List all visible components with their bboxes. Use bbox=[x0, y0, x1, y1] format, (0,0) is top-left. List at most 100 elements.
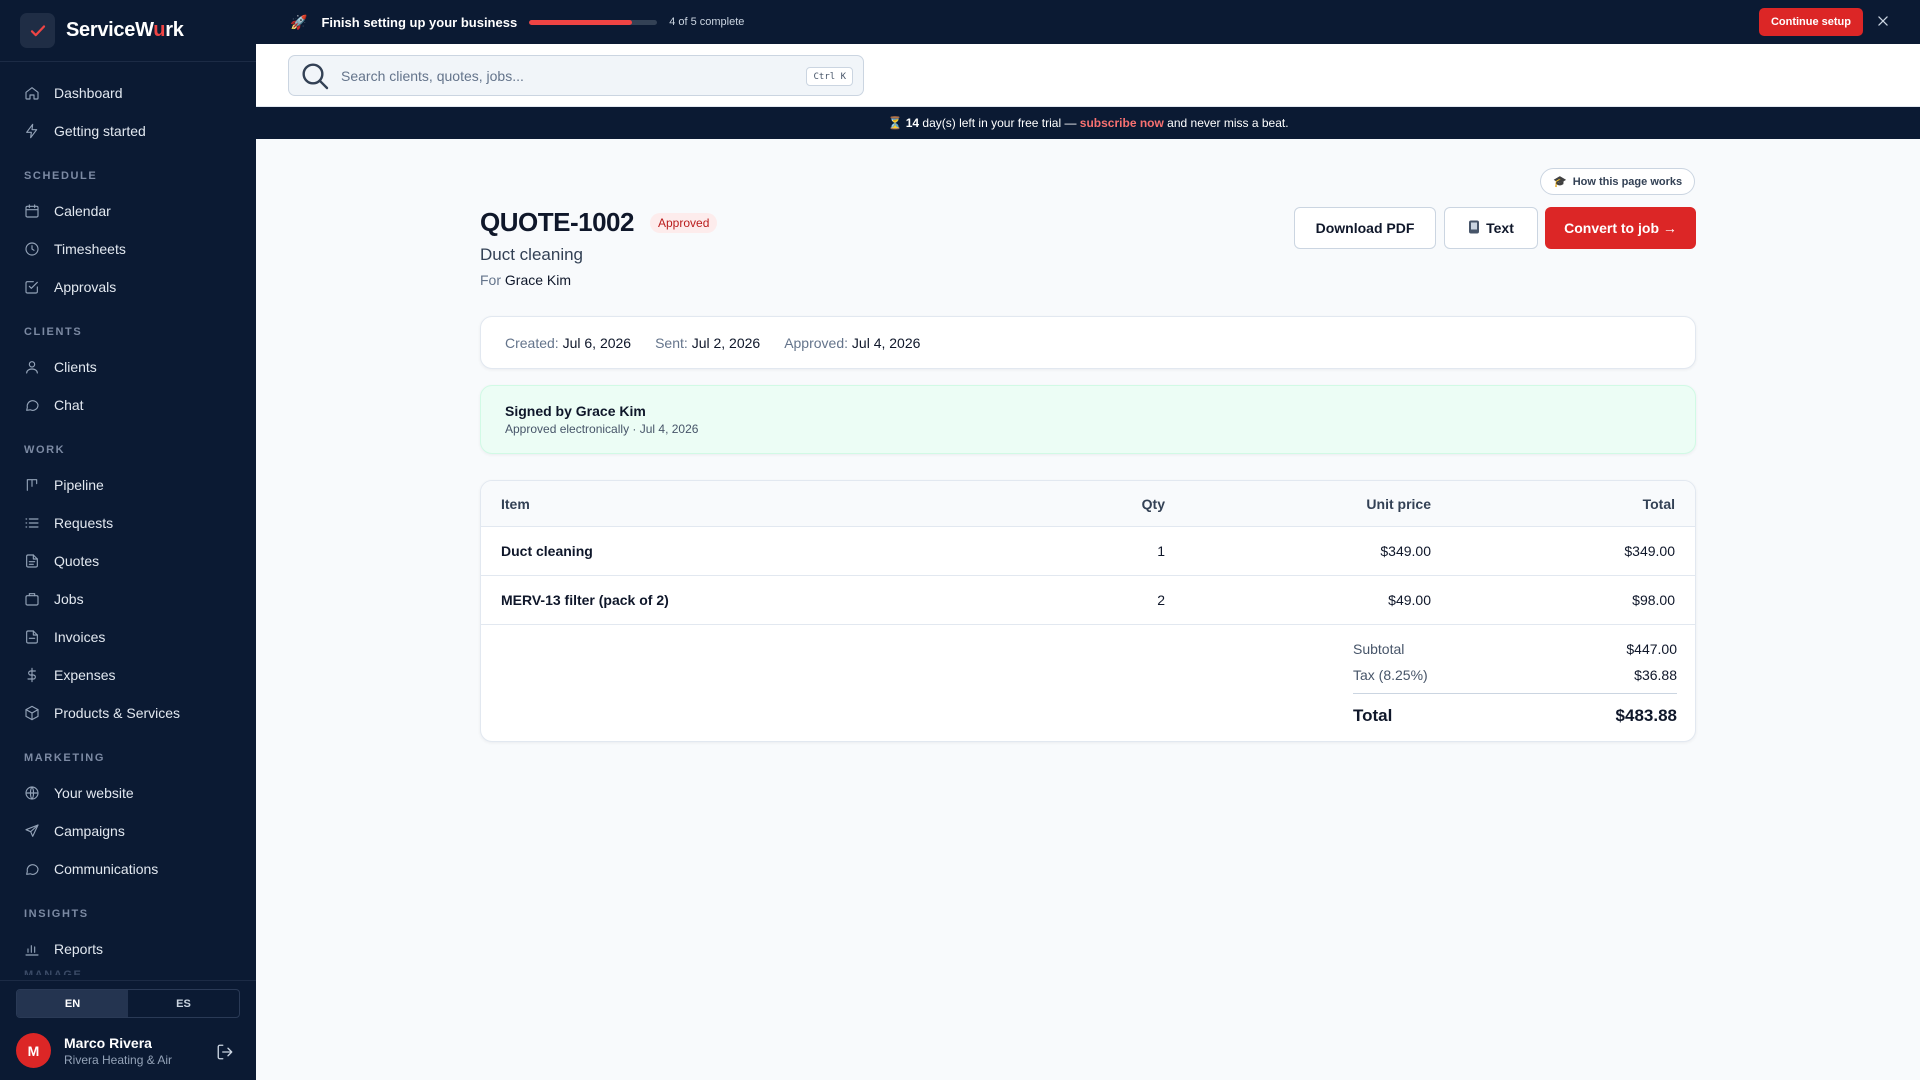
total-label: Total bbox=[1353, 706, 1393, 725]
sidebar-item-label: Calendar bbox=[54, 203, 111, 219]
text-button[interactable]: Text bbox=[1444, 207, 1538, 249]
sidebar-item-label: Quotes bbox=[54, 553, 100, 569]
check-square-icon bbox=[25, 281, 38, 294]
sidebar-item-communications[interactable]: Communications bbox=[0, 850, 256, 888]
sidebar-item-timesheets[interactable]: Timesheets bbox=[0, 230, 256, 268]
search-box[interactable]: Ctrl K bbox=[288, 55, 864, 96]
column-header-item: Item bbox=[501, 495, 530, 512]
sidebar-item-chat[interactable]: Chat bbox=[0, 386, 256, 424]
user-icon bbox=[26, 361, 38, 374]
trial-days: 14 bbox=[905, 116, 920, 130]
rocket-icon: 🚀 bbox=[290, 13, 308, 30]
sidebar-item-label: Expenses bbox=[54, 667, 116, 683]
bar-chart-icon bbox=[25, 945, 39, 956]
sidebar-item-pipeline[interactable]: Pipeline bbox=[0, 466, 256, 504]
sidebar-item-label: Dashboard bbox=[54, 85, 123, 101]
page-title: QUOTE-1002 bbox=[480, 207, 634, 237]
sidebar-item-products-services[interactable]: Products & Services bbox=[0, 694, 256, 732]
row-total: $98.00 bbox=[1632, 592, 1675, 608]
sidebar-item-calendar[interactable]: Calendar bbox=[0, 192, 256, 230]
client-name[interactable]: Grace Kim bbox=[505, 272, 571, 288]
avatar: M bbox=[16, 1033, 51, 1068]
signature-card: Signed by Grace Kim Approved electronica… bbox=[480, 385, 1696, 454]
sidebar-item-expenses[interactable]: Expenses bbox=[0, 656, 256, 694]
row-unit-price: $49.00 bbox=[1388, 592, 1431, 608]
how-this-page-works-label: How this page works bbox=[1572, 175, 1683, 188]
sidebar-item-invoices[interactable]: Invoices bbox=[0, 618, 256, 656]
sidebar-item-approvals[interactable]: Approvals bbox=[0, 268, 256, 306]
search-shortcut: Ctrl K bbox=[806, 67, 853, 86]
phone-icon bbox=[1468, 220, 1480, 237]
setup-progress-bar bbox=[529, 19, 658, 25]
subscribe-link[interactable]: subscribe now bbox=[1080, 116, 1164, 130]
user-company: Rivera Heating & Air bbox=[64, 1052, 173, 1067]
totals-divider bbox=[1353, 693, 1677, 694]
logout-icon[interactable] bbox=[216, 1043, 234, 1066]
sidebar-item-label: Clients bbox=[54, 359, 97, 375]
quote-totals: Subtotal $447.00 Tax (8.25%) $36.88 Tota… bbox=[1353, 636, 1677, 732]
document-icon bbox=[26, 554, 38, 568]
top-bar: Ctrl K bbox=[256, 44, 1920, 107]
setup-title: Finish setting up your business bbox=[321, 14, 518, 30]
quote-client: For Grace Kim bbox=[480, 272, 571, 288]
sidebar-item-clients[interactable]: Clients bbox=[0, 348, 256, 386]
chat-icon bbox=[26, 400, 39, 411]
calendar-icon bbox=[25, 204, 39, 218]
subtotal-row: Subtotal $447.00 bbox=[1353, 636, 1677, 662]
tax-label: Tax (8.25%) bbox=[1353, 667, 1428, 683]
clock-icon bbox=[25, 242, 39, 256]
sidebar-item-jobs[interactable]: Jobs bbox=[0, 580, 256, 618]
sidebar-item-reports[interactable]: Reports bbox=[0, 930, 256, 968]
setup-progress-count: 4 of 5 complete bbox=[669, 16, 745, 28]
download-pdf-button[interactable]: Download PDF bbox=[1294, 207, 1436, 249]
search-input[interactable] bbox=[341, 67, 801, 84]
sidebar-section-insights: INSIGHTS bbox=[24, 908, 89, 920]
grand-total-row: Total $483.88 bbox=[1353, 700, 1677, 732]
close-icon[interactable] bbox=[1876, 14, 1890, 33]
sidebar-item-dashboard[interactable]: Dashboard bbox=[0, 74, 256, 112]
sidebar-item-requests[interactable]: Requests bbox=[0, 504, 256, 542]
sidebar-item-label: Chat bbox=[54, 397, 84, 413]
table-header: Item Qty Unit price Total bbox=[481, 481, 1695, 527]
sidebar-item-getting-started[interactable]: Getting started bbox=[0, 112, 256, 150]
sidebar-item-label: Getting started bbox=[54, 123, 146, 139]
status-badge: Approved bbox=[650, 213, 718, 233]
row-qty: 2 bbox=[1157, 592, 1165, 608]
convert-to-job-button[interactable]: Convert to job → bbox=[1545, 207, 1696, 249]
date-sent: Sent: Jul 2, 2026 bbox=[655, 334, 761, 351]
row-qty: 1 bbox=[1157, 543, 1165, 559]
lightning-icon bbox=[26, 123, 38, 139]
how-this-page-works-button[interactable]: 🎓 How this page works bbox=[1540, 168, 1696, 195]
sidebar-item-campaigns[interactable]: Campaigns bbox=[0, 812, 256, 850]
hourglass-icon: ⏳ bbox=[887, 116, 906, 130]
sidebar-item-label: Communications bbox=[54, 861, 159, 877]
sidebar-item-label: Jobs bbox=[54, 591, 84, 607]
sidebar-item-quotes[interactable]: Quotes bbox=[0, 542, 256, 580]
dollar-icon bbox=[27, 667, 36, 683]
quote-dates-card: Created: Jul 6, 2026 Sent: Jul 2, 2026 A… bbox=[480, 316, 1696, 369]
row-total: $349.00 bbox=[1624, 543, 1675, 559]
sidebar-item-label: Your website bbox=[54, 785, 134, 801]
search-icon bbox=[302, 62, 329, 89]
column-header-qty: Qty bbox=[1141, 495, 1165, 512]
table-row: MERV-13 filter (pack of 2) 2 $49.00 $98.… bbox=[481, 576, 1695, 625]
sidebar-item-your-website[interactable]: Your website bbox=[0, 774, 256, 812]
language-es-button[interactable]: ES bbox=[128, 990, 239, 1017]
user-profile[interactable]: M Marco Rivera Rivera Heating & Air bbox=[16, 1033, 172, 1068]
box-icon bbox=[25, 705, 39, 721]
graduation-cap-icon: 🎓 bbox=[1553, 176, 1567, 188]
brand[interactable]: ServiceWurk bbox=[0, 0, 256, 62]
sidebar-section-schedule: SCHEDULE bbox=[24, 170, 98, 182]
language-en-button[interactable]: EN bbox=[17, 990, 128, 1017]
date-approved: Approved: Jul 4, 2026 bbox=[784, 334, 921, 351]
trial-banner: ⏳ 14 day(s) left in your free trial — su… bbox=[256, 107, 1920, 139]
continue-setup-button[interactable]: Continue setup bbox=[1758, 8, 1863, 36]
tax-row: Tax (8.25%) $36.88 bbox=[1353, 662, 1677, 688]
line-items-table: Item Qty Unit price Total Duct cleaning … bbox=[480, 480, 1696, 742]
column-header-total: Total bbox=[1642, 495, 1675, 512]
subtotal-value: $447.00 bbox=[1626, 641, 1677, 657]
sidebar-section-marketing: MARKETING bbox=[24, 752, 106, 764]
signature-title: Signed by Grace Kim bbox=[505, 403, 646, 419]
language-toggle: EN ES bbox=[16, 989, 240, 1018]
subtotal-label: Subtotal bbox=[1353, 641, 1405, 657]
